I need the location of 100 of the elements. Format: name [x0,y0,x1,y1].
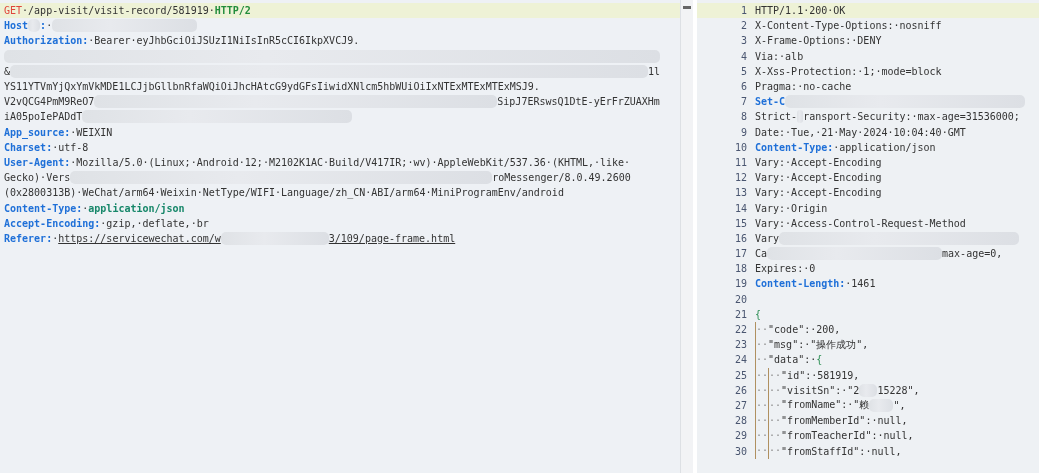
code-line[interactable]: 7 Set-C [697,94,1039,110]
line-number: 17 [733,248,748,260]
code-text: (0x2800313B)·WeChat/arm64·Weixin·NetType/WIFI·Language/zh_CN·ABI/arm64·MiniProgramEnv/android [4,187,564,199]
indent-guide: ·· [755,382,769,398]
code-line[interactable]: 20 [697,291,1039,307]
code-line[interactable]: 13 Vary:·Accept-Encoding [697,185,1039,201]
line-number: 15 [733,217,748,229]
code-text: Vary [755,232,780,244]
url-link[interactable]: 3/109/page-frame.html [328,232,456,244]
indent-guide: ·· [755,397,769,414]
code-text: Via:·alb [755,50,804,62]
code-text: X-Content-Type-Options:·nosniff [755,20,942,32]
line-number: 24 [733,354,748,366]
code-text: "msg":·"操作成功", [768,337,869,352]
code-line[interactable]: (0x2800313B)·WeChat/arm64·Weixin·NetType/WIFI·Language/zh_CN·ABI/arm64·MiniProgramEnv/android [0,185,680,201]
url-link[interactable]: https://servicewechat.com/w [58,232,221,244]
line-number: 27 [733,399,748,411]
code-line[interactable]: 28 ····"fromMemberId":·null, [697,413,1039,429]
code-text: Ca [755,248,768,260]
line-number: 18 [733,263,748,275]
code-text: Vary:·Accept-Encoding [755,187,882,199]
code-line[interactable]: App_source:·WEIXIN [0,124,680,140]
code-line[interactable]: Accept-Encoding:·gzip,·deflate,·br [0,215,680,231]
code-text: Date:·Tue,·21·May·2024·10:04:40·GMT [755,126,966,138]
header-name: Content-Length: [755,278,846,290]
code-line[interactable]: 10 Content-Type:·application/json [697,139,1039,155]
code-text: "id":·581919, [781,369,860,381]
code-line[interactable]: 4 Via:·alb [697,48,1039,64]
brace: { [816,354,823,366]
code-line[interactable]: Referer:·https://servicewechat.com/w 3/109/page-frame.html [0,230,680,246]
code-line[interactable]: 3 X-Frame-Options:·DENY [697,33,1039,49]
indent-guide: ·· [768,397,782,414]
brace: { [755,308,762,320]
code-text: "visitSn":·"2 [781,384,860,396]
indent-guide: ·· [755,443,769,459]
header-name: App_source: [4,126,71,138]
code-line[interactable]: 9 Date:·Tue,·21·May·2024·10:04:40·GMT [697,124,1039,140]
code-text: X-Frame-Options:·DENY [755,35,882,47]
indent-guide: ·· [768,367,782,383]
line-number: 14 [733,202,748,214]
code-text: Vary:·Origin [755,202,828,214]
code-text: Expires:·0 [755,263,816,275]
header-name: Charset: [4,141,53,153]
code-line[interactable]: 23 ··"msg":·"操作成功", [697,337,1039,353]
code-text: iA05poIePADdT [4,111,83,123]
code-line[interactable]: 22 ··"code":·200, [697,321,1039,338]
code-line[interactable]: 17 Ca max-age=0, [697,246,1039,262]
code-line[interactable]: 26 ····"visitSn":·"2 15228", [697,382,1039,398]
code-text: · [46,20,53,32]
code-line[interactable]: 12 Vary:·Accept-Encoding [697,170,1039,186]
line-number: 21 [733,308,748,320]
code-line[interactable]: 30 ····"fromStaffId":·null, [697,443,1039,459]
indent-guide: ·· [755,321,769,338]
code-line[interactable]: 2 X-Content-Type-Options:·nosniff [697,18,1039,34]
code-line[interactable]: iA05poIePADdT [0,109,680,125]
code-line[interactable]: 25 ····"id":·581919, [697,367,1039,383]
code-line[interactable]: 6 Pragma:·no-cache [697,78,1039,95]
code-line[interactable]: 14 Vary:·Origin [697,200,1039,216]
indent-guide: ·· [768,428,782,444]
http-version: HTTP/2 [214,5,251,17]
line-number: 5 [739,65,748,77]
code-text: · [82,202,89,214]
line-number: 30 [733,445,748,457]
code-line[interactable]: & 1l [0,63,680,79]
line-number: 6 [739,81,748,93]
code-line[interactable]: Authorization:·Bearer·eyJhbGciOiJSUzI1NiIsInR5cCI6IkpXVCJ9. [0,33,680,49]
code-line[interactable]: YS11YTVmYjQxYmVkMDE1LCJjbGllbnRfaWQiOiJhcHAtcG9ydGFsIiwidXNlcm5hbWUiOiIxNTExMTExMTExMSJ9. [0,78,680,95]
header-name: Accept-Encoding: [4,217,101,229]
code-text: SipJ7ERswsQ1DtE-yErFrZUAXHm [497,96,660,108]
code-line[interactable]: 8 Strict- ransport-Security:·max-age=31536000; [697,109,1039,125]
code-text: ·gzip,·deflate,·br [100,217,209,229]
code-line[interactable]: 5 X-Xss-Protection:·1;·mode=block [697,63,1039,79]
code-line[interactable]: 29 ····"fromTeacherId":·null, [697,428,1039,444]
code-line[interactable]: 19 Content-Length:·1461 [697,276,1039,292]
code-line[interactable]: 18 Expires:·0 [697,261,1039,277]
code-text: "fromMemberId":·null, [781,415,908,427]
header-value: application/json [88,202,185,214]
code-line[interactable]: Content-Type:·application/json [0,200,680,216]
line-number: 26 [733,384,748,396]
code-line[interactable]: Charset:·utf-8 [0,139,680,155]
code-line[interactable]: 11 Vary:·Accept-Encoding [697,154,1039,171]
code-line[interactable]: Gecko)·Vers roMessenger/8.0.49.2600 [0,170,680,186]
code-line[interactable]: 21 { [697,306,1039,322]
indent-guide: ·· [768,382,782,398]
line-number: 25 [733,369,748,381]
header-name: Content-Type: [4,202,83,214]
indent-guide: ·· [768,413,782,429]
code-text: V2vQCG4PmM9ReO7 [4,96,95,108]
line-number: 22 [733,324,748,336]
code-line[interactable]: 27 ····"fromName":·"赖 ", [697,397,1039,414]
code-line[interactable]: V2vQCG4PmM9ReO7 SipJ7ERswsQ1DtE-yErFrZUAXHm [0,94,680,110]
code-line[interactable]: 16 Vary [697,230,1039,246]
header-name: User-Agent: [4,156,71,168]
line-number: 12 [733,172,748,184]
code-line[interactable]: Host :· [0,18,680,34]
code-line[interactable]: 15 Vary:·Access-Control-Request-Method [697,215,1039,231]
code-text: X-Xss-Protection:·1;·mode=block [755,65,942,77]
code-text: Vary:·Accept-Encoding [755,172,882,184]
code-line[interactable]: 24 ··"data":·{ [697,352,1039,368]
code-line[interactable]: User-Agent:·Mozilla/5.0·(Linux;·Android·12;·M2102K1AC·Build/V417IR;·wv)·AppleWebKit/537.36·(KHTML,·like· [0,154,680,171]
